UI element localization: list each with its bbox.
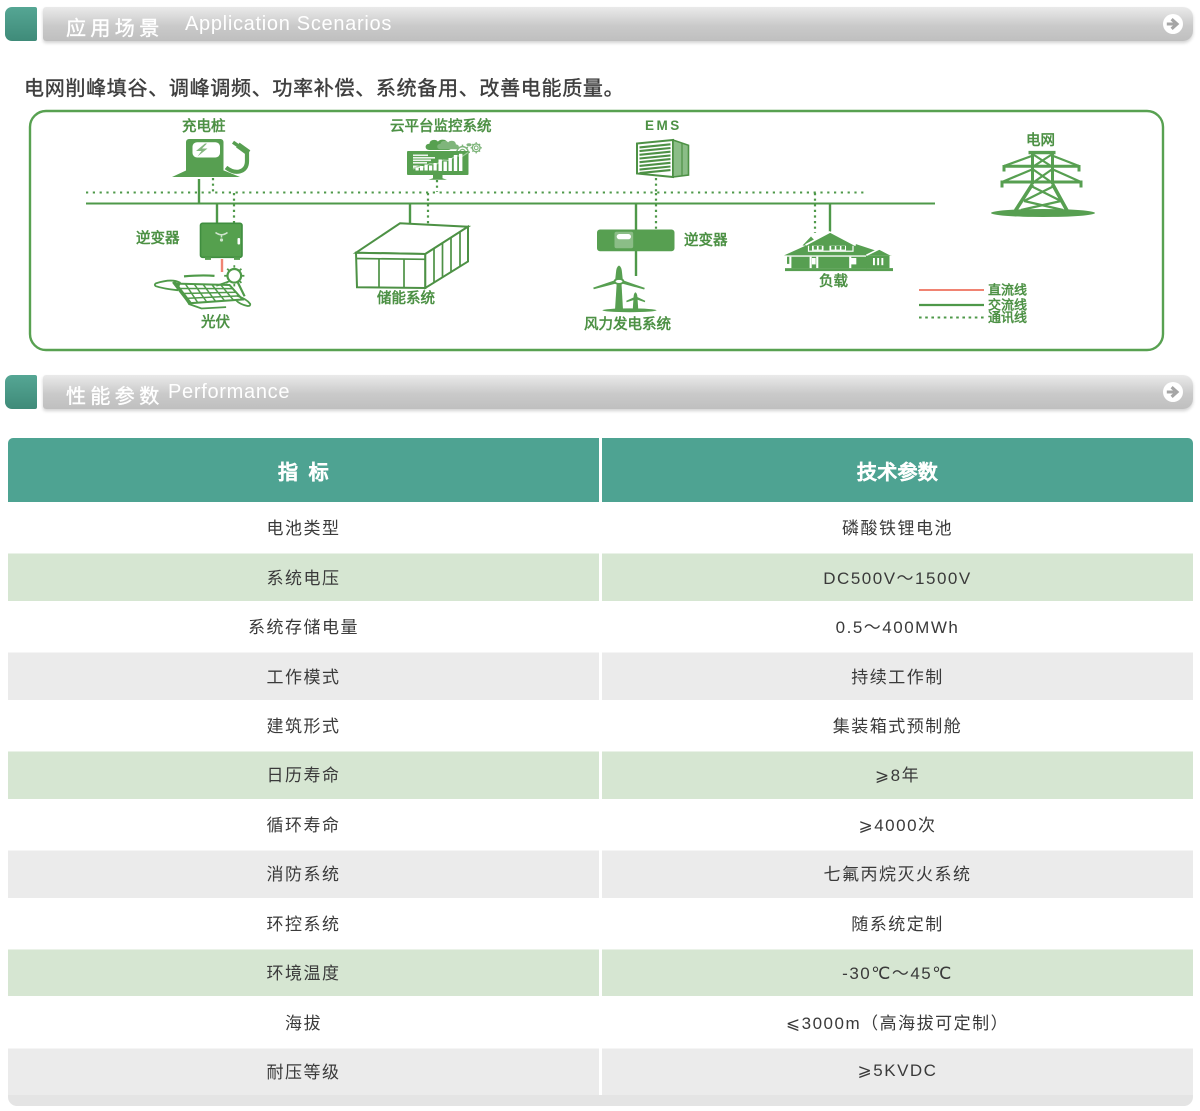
svg-text:电网: 电网 [1026,131,1055,149]
svg-text:逆变器: 逆变器 [136,229,180,247]
svg-text:风力发电系统: 风力发电系统 [584,315,671,333]
svg-text:逆变器: 逆变器 [684,231,728,249]
svg-text:负载: 负载 [819,272,848,290]
svg-text:储能系统: 储能系统 [377,289,435,307]
svg-text:直流线: 直流线 [988,283,1027,298]
svg-text:EMS: EMS [645,118,682,133]
svg-text:通讯线: 通讯线 [988,310,1027,325]
svg-text:充电桩: 充电桩 [182,117,226,135]
svg-text:云平台监控系统: 云平台监控系统 [390,117,492,135]
svg-text:光伏: 光伏 [200,313,230,331]
